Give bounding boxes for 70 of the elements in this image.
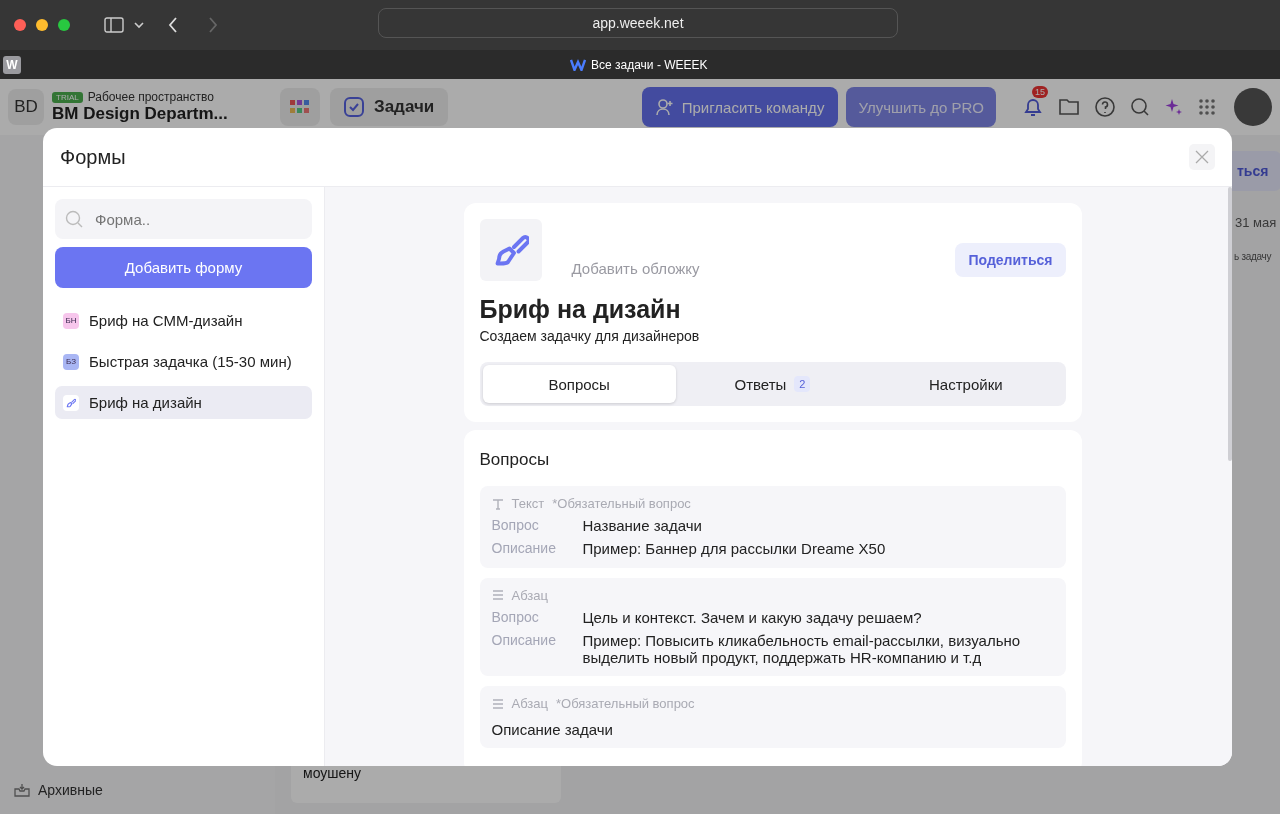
workspace-label: Рабочее пространство [87,90,214,104]
search-icon[interactable] [1130,97,1150,117]
field-value: Пример: Повысить кликабельность email-рассылки, визуально выделить новый продукт, поддержать HR-компанию и т.д [582,631,1022,667]
required-label: *Обязательный вопрос [555,696,695,712]
field-label: Вопрос [491,517,540,535]
question-card[interactable]: Абзац Вопрос Цель и контекст. Зачем и какую задачу решаем? Описание Пример: Повысить кликабельность email-рассылки, визуально выделить новый продукт, поддержать HR-компанию и т.д [479,577,1066,677]
tab[interactable]: Ответы 2 [675,365,870,403]
question-type: Абзац [511,696,548,712]
section-title: Вопросы [479,450,551,470]
inbox-icon [14,783,30,797]
back-icon[interactable] [168,17,178,33]
workspace-name[interactable]: BM Design Departm... [52,104,242,124]
w-logo-icon [570,58,586,71]
field-value: Название задачи [582,517,703,535]
text-type-icon [491,497,504,510]
search-icon [65,210,83,228]
browser-tab[interactable]: Все задачи - WEEEK [570,57,708,72]
field-label: Описание [491,631,557,650]
form-list-item[interactable]: Бриф на дизайн [55,386,312,419]
form-list-item[interactable]: БЗ Быстрая задачка (15-30 мин) [55,345,312,378]
question-type: Текст [511,496,545,511]
tab[interactable]: Настройки [869,365,1063,403]
sidebar-toggle-icon[interactable] [104,17,124,33]
lines-icon [491,698,504,709]
archive-item[interactable]: Архивные [14,782,275,798]
add-task-link[interactable]: ь задачу [1234,251,1272,262]
close-icon [1195,150,1209,164]
user-avatar[interactable] [1234,88,1272,126]
grid-icon[interactable] [1198,98,1216,116]
dialog-title: Формы [60,145,126,169]
close-window-button[interactable] [14,19,26,31]
scrollbar[interactable] [1228,187,1232,461]
address-bar[interactable]: app.weeek.net [378,8,898,38]
workspace-avatar[interactable]: BD [8,89,44,125]
form-subtitle: Создаем задачку для дизайнеров [479,328,701,344]
tiles-icon [290,100,310,114]
field-value: Цель и контекст. Зачем и какую задачу решаем? [582,608,923,626]
date-label: 31 мая [1235,215,1277,230]
question-title: Описание задачи [491,721,614,739]
form-initials-icon: БН [63,312,79,329]
field-label: Описание [491,540,557,558]
tab[interactable]: Вопросы [482,365,676,403]
minimize-window-button[interactable] [36,19,48,31]
checkbox-icon [344,97,364,117]
form-title: Бриф на дизайн [479,295,682,324]
apps-button[interactable] [280,88,320,126]
field-value: Пример: Баннер для рассылки Dreame X50 [582,540,887,558]
question-type: Абзац [511,587,548,603]
zoom-window-button[interactable] [58,19,70,31]
trial-badge: TRIAL [52,91,83,103]
chevron-down-icon[interactable] [134,21,144,29]
field-label: Вопрос [491,608,540,626]
help-icon[interactable] [1094,96,1116,118]
add-form-button[interactable]: Добавить форму [55,247,312,288]
question-card[interactable]: Текст *Обязательный вопрос Вопрос Название задачи Описание Пример: Баннер для рассылки Dreame X50 [479,486,1066,568]
brush-icon [66,397,76,408]
required-label: *Обязательный вопрос [552,496,691,511]
notification-badge: 15 [1032,86,1048,98]
tasks-breadcrumb[interactable]: Задачи [330,88,449,126]
add-user-icon [655,98,674,116]
folder-icon[interactable] [1058,97,1080,117]
bell-icon[interactable] [1022,96,1044,118]
form-initials-icon: БЗ [63,353,79,370]
lines-icon [491,590,504,600]
question-card[interactable]: Абзац *Обязательный вопрос Описание задачи [479,686,1066,749]
form-list-item[interactable]: БН Бриф на СММ-дизайн [55,304,312,337]
close-button[interactable] [1189,144,1215,170]
share-button[interactable]: Поделиться [955,243,1066,277]
forward-icon[interactable] [208,17,218,33]
search-field[interactable]: Форма.. [55,199,312,239]
